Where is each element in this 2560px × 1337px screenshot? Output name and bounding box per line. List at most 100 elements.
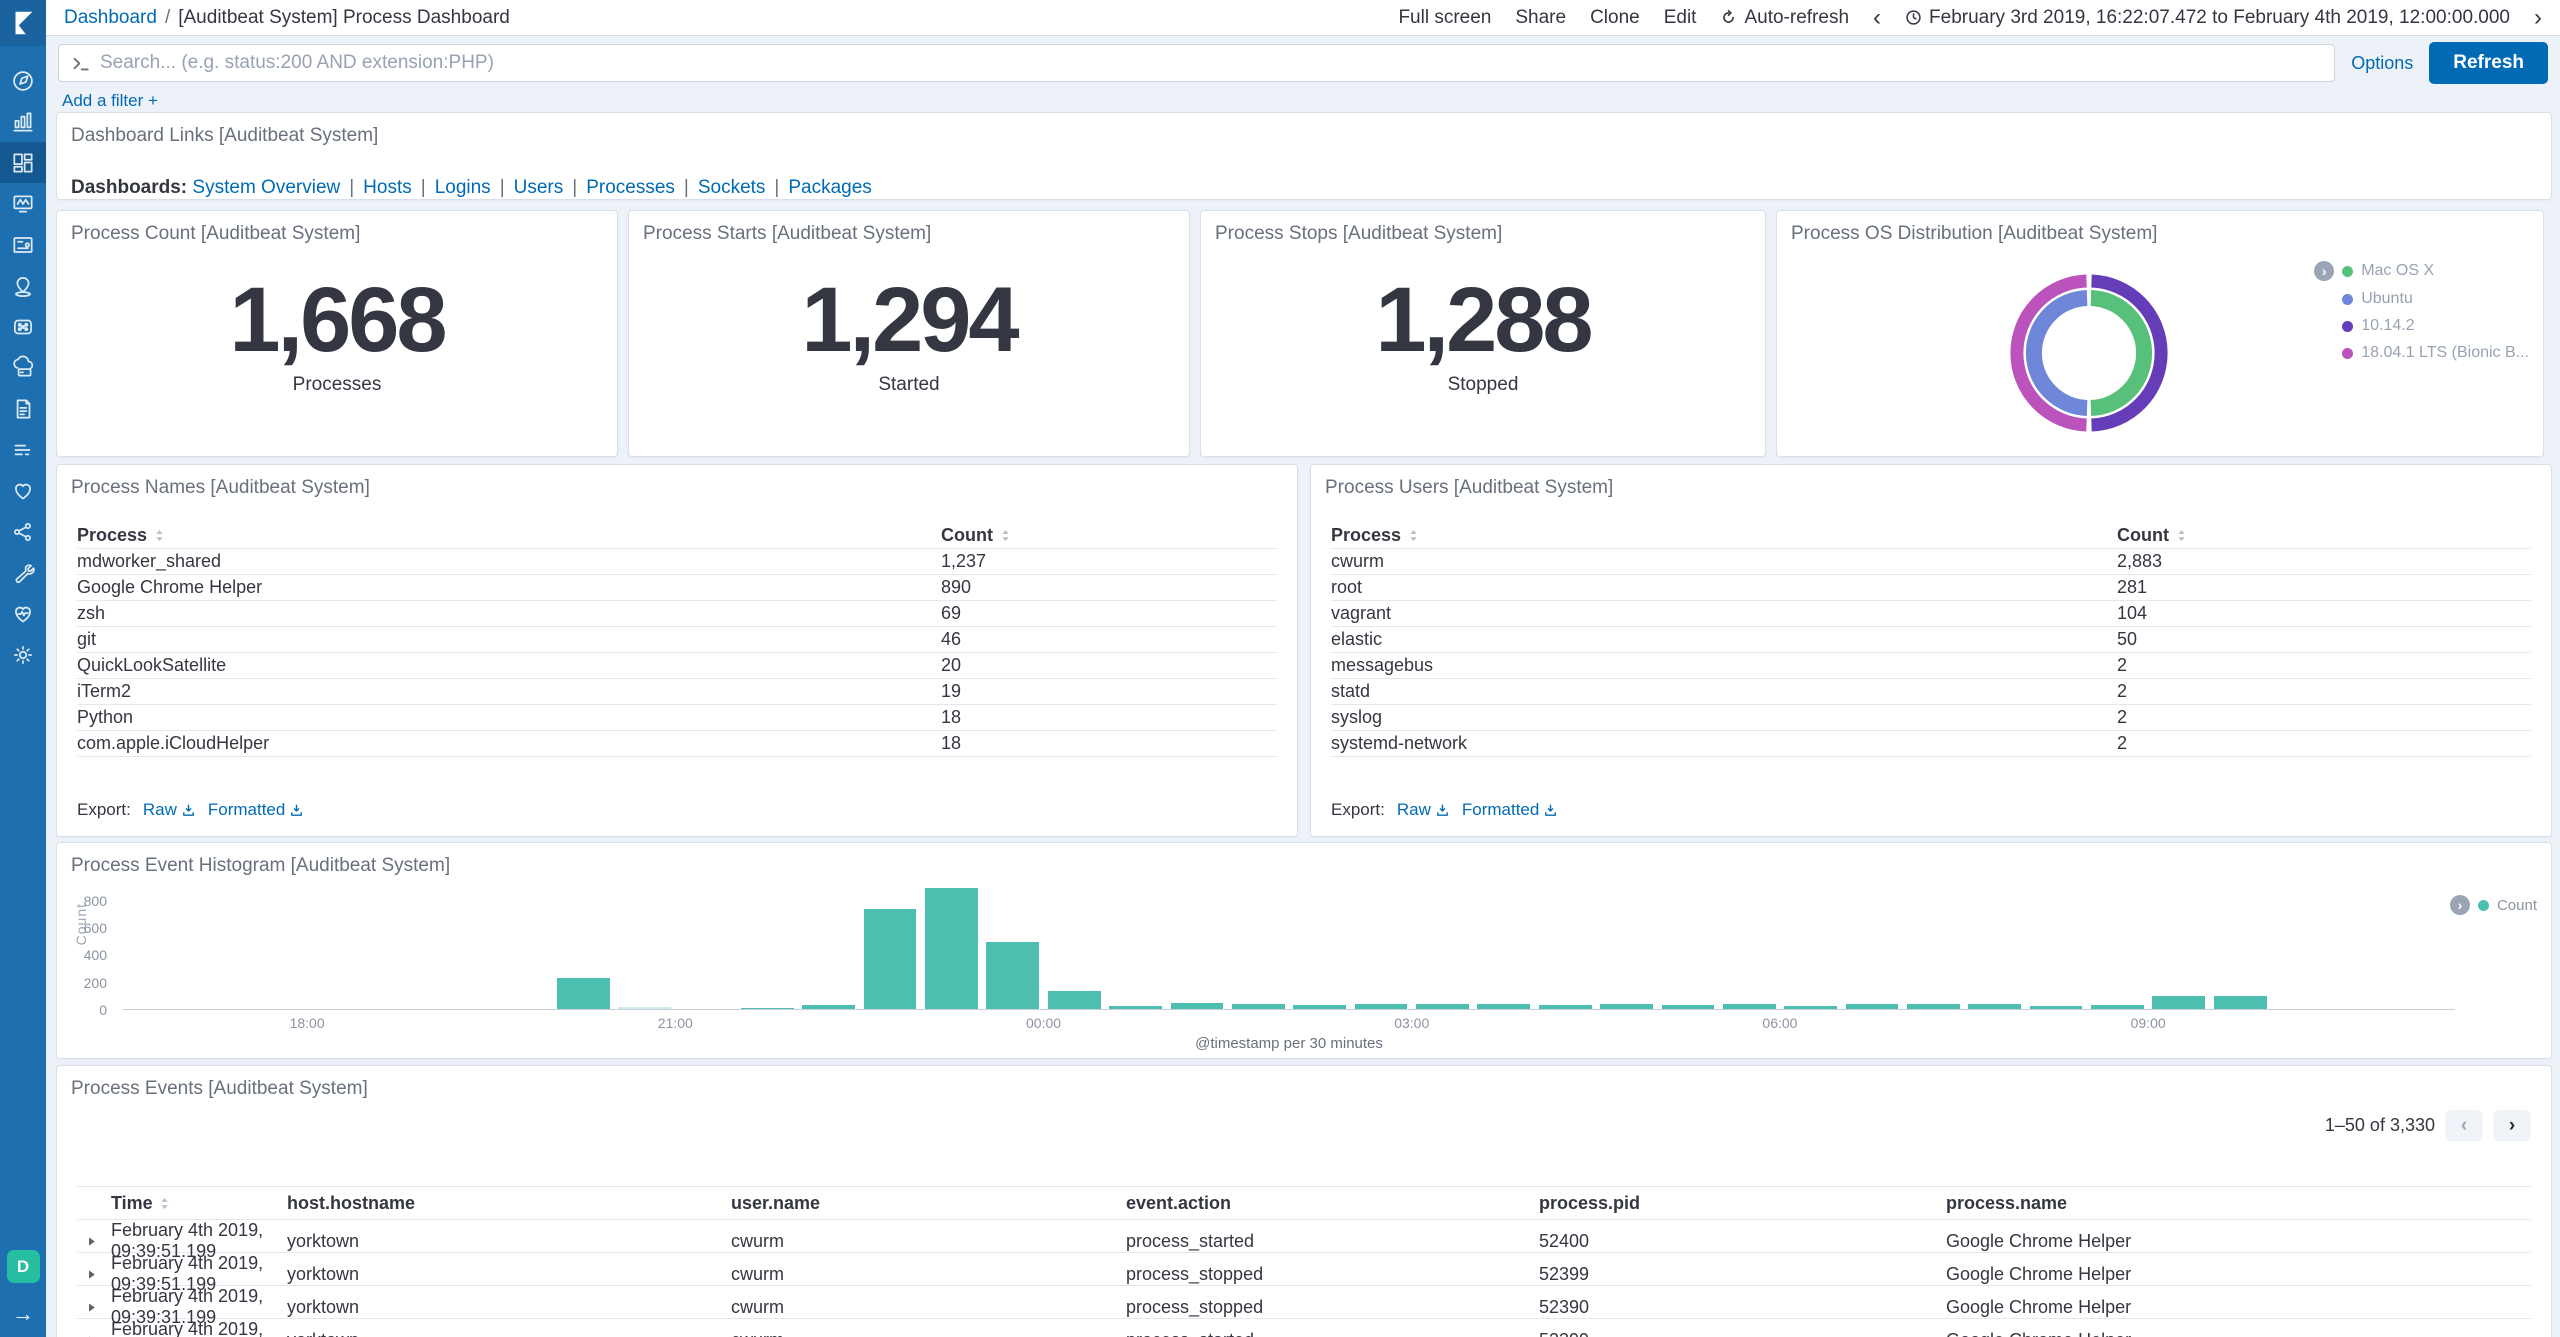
histogram-bar[interactable]: [1170, 1002, 1224, 1009]
histogram-bar[interactable]: [1968, 1003, 2022, 1009]
histogram-bar[interactable]: [2152, 996, 2206, 1009]
sidebar-item-monitoring[interactable]: [0, 593, 46, 634]
column-header-user-name[interactable]: user.name: [731, 1193, 1126, 1214]
sidebar-item-maps[interactable]: [0, 265, 46, 306]
dashboard-link-sockets[interactable]: Sockets: [698, 177, 766, 198]
sidebar-item-graph[interactable]: [0, 511, 46, 552]
process-cell: systemd-network: [1331, 733, 1468, 753]
sidebar-item-timelion[interactable]: [0, 183, 46, 224]
histogram-bar[interactable]: [740, 1008, 794, 1009]
histogram-bar[interactable]: [802, 1004, 856, 1009]
column-header-process-pid[interactable]: process.pid: [1539, 1193, 1946, 1214]
sidebar-item-apm[interactable]: [0, 429, 46, 470]
sidebar-item-machine-learning[interactable]: [0, 306, 46, 347]
legend-item[interactable]: › Mac OS X: [2314, 261, 2529, 281]
auto-refresh-button[interactable]: Auto-refresh: [1720, 7, 1849, 29]
histogram-bar[interactable]: [986, 942, 1040, 1009]
next-page-button[interactable]: ›: [2493, 1110, 2531, 1141]
sidebar-item-canvas[interactable]: [0, 224, 46, 265]
histogram-bar[interactable]: [1047, 991, 1101, 1009]
expand-row-button[interactable]: [77, 1301, 111, 1314]
refresh-button[interactable]: Refresh: [2429, 42, 2548, 84]
column-header-process-name[interactable]: process.name: [1946, 1193, 2531, 1214]
time-range-picker[interactable]: February 3rd 2019, 16:22:07.472 to Febru…: [1905, 7, 2510, 29]
time-back-icon[interactable]: ‹: [1873, 5, 1881, 30]
space-avatar[interactable]: D: [6, 1250, 40, 1283]
histogram-bar[interactable]: [1538, 1004, 1592, 1009]
time-forward-icon[interactable]: ›: [2534, 5, 2542, 30]
breadcrumb-dashboard-link[interactable]: Dashboard: [64, 7, 157, 29]
histogram-bar[interactable]: [1354, 1003, 1408, 1009]
panel-title: Process Names [Auditbeat System]: [71, 477, 370, 498]
histogram-bar[interactable]: [1231, 1004, 1285, 1009]
histogram-bar[interactable]: [925, 888, 978, 1009]
sidebar-item-discover[interactable]: [0, 60, 46, 101]
donut-slice-ubuntu[interactable]: [2025, 290, 2088, 416]
sidebar-item-visualize[interactable]: [0, 101, 46, 142]
prev-page-button[interactable]: ‹: [2445, 1110, 2483, 1141]
export-formatted-link[interactable]: Formatted: [1462, 800, 1558, 820]
histogram-bar[interactable]: [556, 977, 610, 1009]
histogram-bar[interactable]: [2091, 1004, 2144, 1009]
clone-button[interactable]: Clone: [1590, 7, 1640, 29]
legend-item[interactable]: Ubuntu: [2314, 290, 2529, 308]
legend-item[interactable]: 10.14.2: [2314, 317, 2529, 335]
dashboard-link-system-overview[interactable]: System Overview: [192, 177, 340, 198]
dashboard-link-processes[interactable]: Processes: [586, 177, 675, 198]
histogram-bar[interactable]: [1722, 1004, 1776, 1009]
sidebar-item-uptime[interactable]: [0, 470, 46, 511]
column-header-time[interactable]: Time: [111, 1193, 287, 1214]
export-formatted-link[interactable]: Formatted: [208, 800, 304, 820]
options-link[interactable]: Options: [2351, 53, 2413, 74]
histogram-bar[interactable]: [2029, 1006, 2083, 1009]
histogram-bar[interactable]: [1845, 1004, 1899, 1009]
histogram-bar[interactable]: [1600, 1004, 1653, 1009]
histogram-bar[interactable]: [863, 908, 917, 1009]
dashboard-link-users[interactable]: Users: [514, 177, 564, 198]
histogram-bar[interactable]: [1477, 1003, 1531, 1009]
histogram-bar[interactable]: [1906, 1003, 1960, 1009]
share-button[interactable]: Share: [1515, 7, 1566, 29]
export-raw-link[interactable]: Raw: [1397, 800, 1450, 820]
search-input[interactable]: [100, 52, 2323, 74]
sidebar-item-logs[interactable]: [0, 388, 46, 429]
dashboard-link-packages[interactable]: Packages: [788, 177, 871, 198]
expand-row-button[interactable]: [77, 1235, 111, 1248]
process-cell: messagebus: [1331, 655, 1434, 675]
column-header-event-action[interactable]: event.action: [1126, 1193, 1539, 1214]
dashboard-link-logins[interactable]: Logins: [435, 177, 491, 198]
dashboard-link-hosts[interactable]: Hosts: [363, 177, 412, 198]
kibana-logo[interactable]: [0, 0, 46, 46]
link-separator: |: [420, 177, 426, 198]
sidebar-item-dashboard[interactable]: [0, 142, 46, 183]
column-header-count[interactable]: Count: [2117, 525, 2531, 546]
histogram-bar[interactable]: [1661, 1004, 1715, 1009]
sidebar-item-management[interactable]: [0, 634, 46, 675]
histogram-bar[interactable]: [2213, 996, 2267, 1009]
expand-row-button[interactable]: [77, 1334, 111, 1337]
search-box[interactable]: [58, 44, 2336, 82]
sidebar-item-infrastructure[interactable]: [0, 347, 46, 388]
histogram-bar[interactable]: [1416, 1004, 1469, 1009]
histogram-bar[interactable]: [1293, 1004, 1347, 1009]
legend-toggle-icon[interactable]: ›: [2314, 261, 2335, 281]
event-cell-user-name: cwurm: [731, 1330, 1126, 1337]
histogram-bar[interactable]: [618, 1006, 671, 1009]
column-header-process[interactable]: Process: [77, 525, 941, 546]
expand-row-button[interactable]: [77, 1268, 111, 1281]
legend-item[interactable]: 18.04.1 LTS (Bionic B...: [2314, 344, 2529, 362]
sidebar-item-dev-tools[interactable]: [0, 552, 46, 593]
export-raw-link[interactable]: Raw: [143, 800, 196, 820]
add-filter-link[interactable]: Add a filter +: [62, 91, 158, 111]
expand-nav-icon[interactable]: →: [12, 1301, 34, 1327]
column-header-host-hostname[interactable]: host.hostname: [287, 1193, 731, 1214]
column-header-count[interactable]: Count: [941, 525, 1277, 546]
histogram-bar[interactable]: [1784, 1005, 1837, 1009]
donut-slice-mac-os-x[interactable]: [2090, 290, 2153, 416]
column-header-process[interactable]: Process: [1331, 525, 2117, 546]
histogram-bar[interactable]: [1109, 1005, 1162, 1009]
edit-button[interactable]: Edit: [1664, 7, 1697, 29]
legend-label[interactable]: Count: [2497, 897, 2537, 914]
legend-toggle-icon[interactable]: ›: [2449, 895, 2470, 915]
full-screen-button[interactable]: Full screen: [1398, 7, 1491, 29]
